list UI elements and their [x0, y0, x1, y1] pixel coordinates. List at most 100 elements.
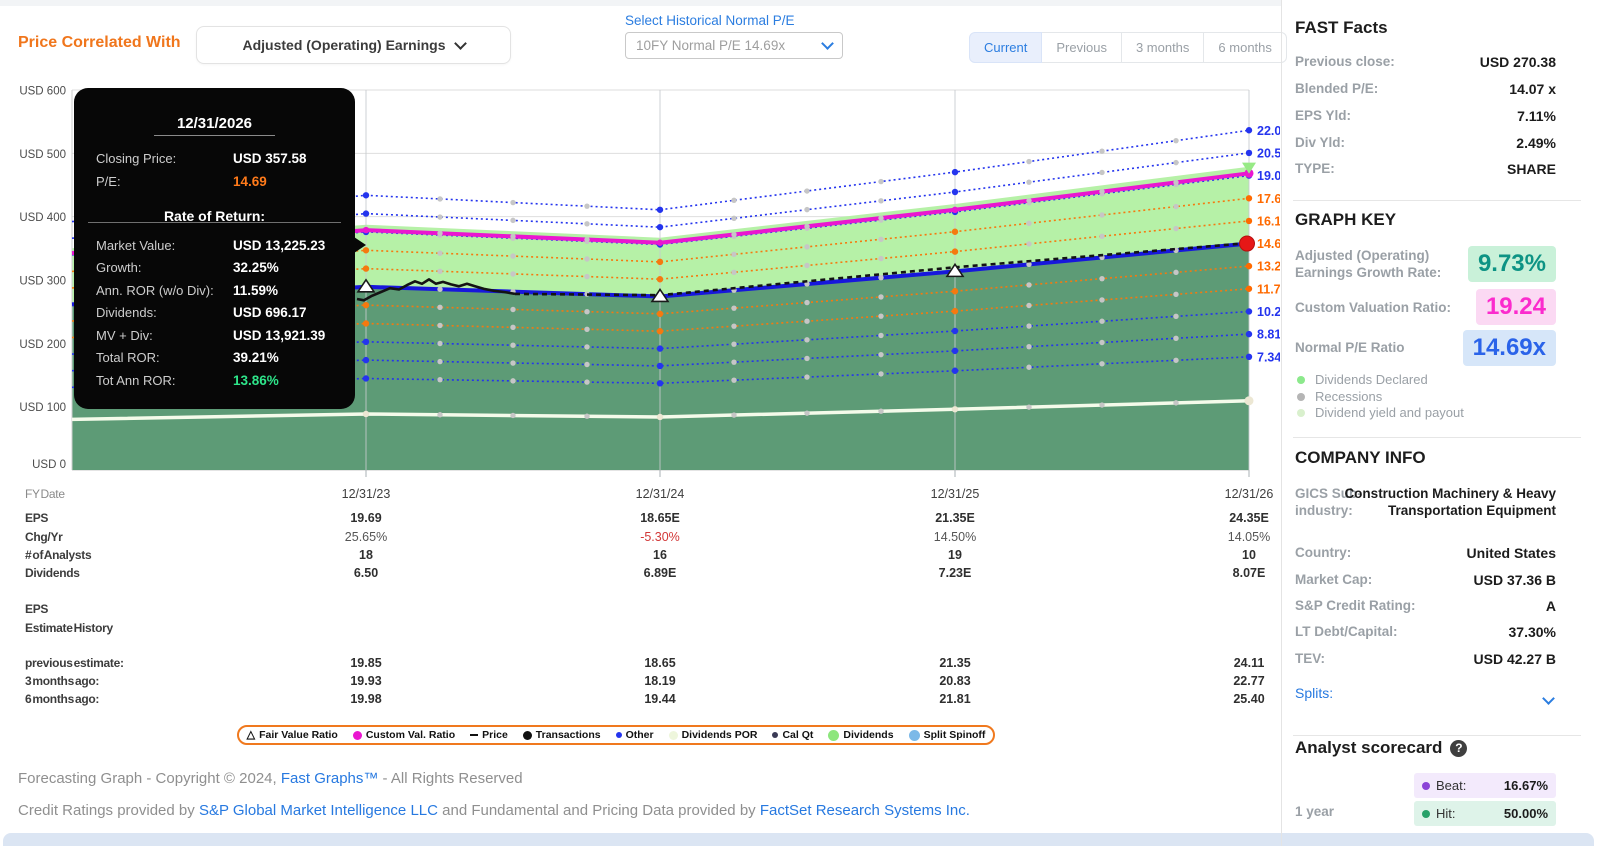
- legend-item-label: Price: [482, 729, 508, 741]
- legend-item-label: Cal Qt: [782, 729, 813, 741]
- tooltip-row-value: 13.86%: [233, 373, 279, 389]
- period-button-current[interactable]: Current: [969, 32, 1042, 63]
- tooltip-row-label: Dividends:: [96, 305, 157, 321]
- history-cell: 25.40: [1194, 691, 1304, 707]
- year-dot: [952, 288, 958, 294]
- quarter-dot: [1026, 179, 1031, 184]
- period-button-6-months[interactable]: 6 months: [1203, 32, 1286, 63]
- fast-graphs-link[interactable]: Fast Graphs™: [281, 770, 379, 787]
- pe-multiple-label: 17.62x: [1257, 192, 1280, 206]
- quarter-dot: [731, 412, 736, 417]
- table-cell: 6.50: [311, 565, 421, 581]
- light-green-dot-icon: [1297, 409, 1305, 417]
- year-dot: [657, 311, 663, 317]
- quarter-dot: [731, 232, 736, 237]
- quarter-dot: [1173, 336, 1178, 341]
- chevron-down-icon[interactable]: [1544, 690, 1553, 708]
- sp-global-link[interactable]: S&P Global Market Intelligence LLC: [199, 802, 438, 819]
- quarter-dot: [878, 179, 883, 184]
- quarter-dot: [584, 221, 589, 226]
- legend-item-fair-value-ratio[interactable]: △Fair Value Ratio: [247, 729, 338, 741]
- copyright-line: Forecasting Graph - Copyright © 2024, Fa…: [18, 770, 523, 787]
- table-cell: 18: [311, 547, 421, 563]
- quarter-dot: [1099, 170, 1104, 175]
- quarter-dot: [1026, 221, 1031, 226]
- legend-item-cal-qt[interactable]: Cal Qt: [772, 729, 813, 741]
- quarter-dot: [804, 374, 809, 379]
- quarter-dot: [1099, 319, 1104, 324]
- quarter-dot: [584, 274, 589, 279]
- fair-value-ratio-icon: △: [247, 730, 255, 741]
- period-button-previous[interactable]: Previous: [1041, 32, 1122, 63]
- table-cell: 21.35E: [900, 510, 1010, 526]
- legend-item-label: Custom Val. Ratio: [366, 729, 455, 741]
- history-cell: 21.81: [900, 691, 1010, 707]
- split-spinoff-icon: [909, 730, 920, 741]
- quarter-dot: [1099, 402, 1104, 407]
- fy-date-label: FY Date: [25, 486, 65, 502]
- custom-valuation-badge: 19.24: [1476, 289, 1556, 325]
- quarter-dot: [804, 337, 809, 342]
- factset-link[interactable]: FactSet Research Systems Inc.: [760, 802, 970, 819]
- quarter-dot: [1026, 198, 1031, 203]
- line-end-dot: [1246, 263, 1252, 269]
- country-label: Country:: [1295, 545, 1351, 560]
- quarter-dot: [1026, 344, 1031, 349]
- quarter-dot: [510, 218, 515, 223]
- period-button-group: Current Previous 3 months 6 months: [969, 32, 1287, 61]
- table-cell: 16: [605, 547, 715, 563]
- growth-rate-label: Earnings Growth Rate:: [1295, 265, 1441, 280]
- top-strip: [0, 0, 1281, 6]
- period-button-3-months[interactable]: 3 months: [1121, 32, 1204, 63]
- divider: [1293, 437, 1581, 438]
- key-dividend-yield: Dividend yield and payout: [1297, 405, 1464, 420]
- normal-pe-select[interactable]: 10FY Normal P/E 14.69x: [625, 32, 843, 59]
- year-dot: [363, 192, 369, 198]
- y-axis-label: USD 200: [19, 339, 66, 351]
- analyst-scorecard-title: Analyst scorecard ?: [1295, 738, 1467, 758]
- earnings-dropdown[interactable]: Adjusted (Operating) Earnings: [196, 26, 511, 64]
- table-cell: 24.35E: [1194, 510, 1304, 526]
- quarter-dot: [1173, 160, 1178, 165]
- legend-item-other[interactable]: Other: [616, 729, 654, 741]
- legend-item-split-spinoff[interactable]: Split Spinoff: [909, 729, 986, 741]
- table-cell: 6.89E: [605, 565, 715, 581]
- quarter-dot: [1026, 404, 1031, 409]
- div-yld-value: 2.49%: [1516, 135, 1556, 151]
- history-cell: 18.19: [605, 673, 715, 689]
- quarter-dot: [584, 237, 589, 242]
- beat-value: 16.67%: [1504, 778, 1548, 793]
- y-axis-label: USD 300: [19, 276, 66, 288]
- market-cap-value: USD 37.36 B: [1474, 572, 1556, 588]
- table-row-label: Chg/Yr: [25, 529, 63, 545]
- earnings-dropdown-value: Adjusted (Operating) Earnings: [242, 37, 445, 53]
- legend-item-transactions[interactable]: Transactions: [523, 729, 601, 741]
- payout-end-dot: [1245, 396, 1254, 405]
- quarter-dot: [804, 319, 809, 324]
- table-cell: 10: [1194, 547, 1304, 563]
- quarter-dot: [510, 360, 515, 365]
- year-dot: [952, 229, 958, 235]
- legend-item-dividends[interactable]: Dividends: [828, 729, 893, 741]
- credit-rating-label: S&P Credit Rating:: [1295, 598, 1416, 613]
- hit-badge: Hit: 50.00%: [1414, 801, 1556, 826]
- hit-value: 50.00%: [1504, 806, 1548, 821]
- quarter-dot: [878, 256, 883, 261]
- legend-item-custom-val-ratio[interactable]: Custom Val. Ratio: [353, 729, 455, 741]
- other-icon: [616, 732, 622, 738]
- quarter-dot: [804, 188, 809, 193]
- quarter-dot: [878, 352, 883, 357]
- history-cell: 22.77: [1194, 673, 1304, 689]
- quarter-dot: [731, 252, 736, 257]
- chart-tooltip: 12/31/2026 Closing Price: USD 357.58 P/E…: [74, 88, 355, 409]
- year-dot: [657, 207, 663, 213]
- line-end-dot: [1246, 308, 1252, 314]
- help-icon[interactable]: ?: [1450, 740, 1467, 757]
- history-cell: 24.11: [1194, 655, 1304, 671]
- splits-link[interactable]: Splits:: [1295, 685, 1333, 701]
- table-row-label: # of Analysts: [25, 547, 91, 563]
- legend-item-dividends-por[interactable]: Dividends POR: [669, 729, 758, 741]
- quarter-dot: [437, 250, 442, 255]
- quarter-dot: [1173, 204, 1178, 209]
- legend-item-price[interactable]: Price: [470, 729, 508, 741]
